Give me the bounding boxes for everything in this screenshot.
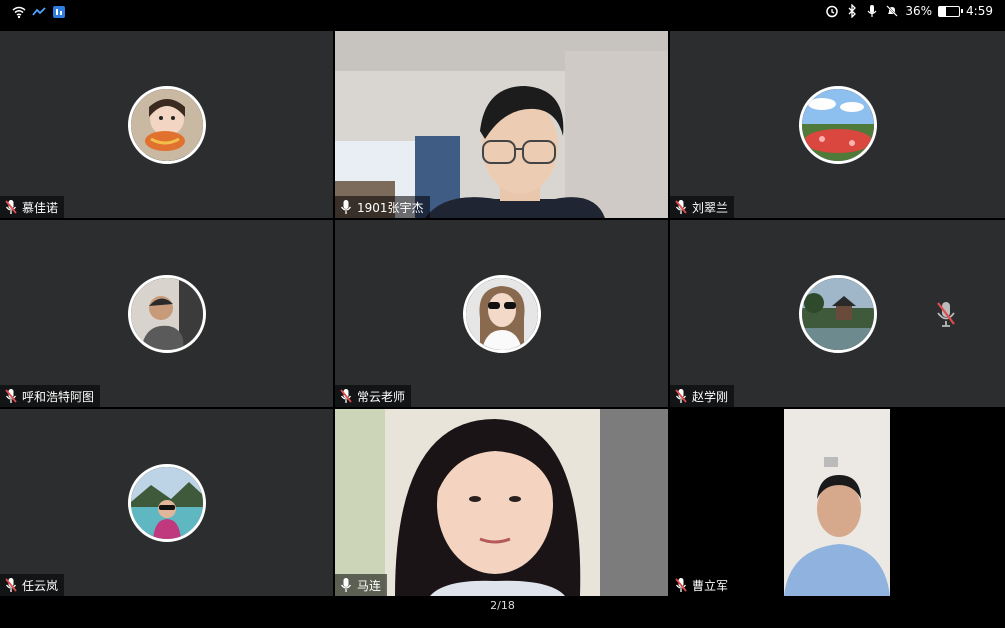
- mic-muted-icon: [5, 200, 17, 214]
- participant-name-tag: 常云老师: [335, 385, 412, 407]
- status-bar: 36% 4:59: [0, 0, 1005, 28]
- status-left-icons: [12, 5, 66, 19]
- participant-avatar: [127, 85, 206, 164]
- bluetooth-icon: [848, 4, 857, 18]
- mic-muted-icon: [5, 578, 17, 592]
- participant-avatar: [798, 85, 877, 164]
- mute-icon: [886, 5, 899, 17]
- participant-name: 常云老师: [357, 389, 406, 404]
- participant-grid: 慕佳诺 1901张宇杰 刘翠兰 呼和浩特阿图 常云老师 赵学刚 任云岚 马连 曹…: [0, 31, 1005, 596]
- participant-name: 1901张宇杰: [357, 200, 424, 215]
- participant-name-tag: 任云岚: [0, 574, 65, 596]
- participant-tile[interactable]: 刘翠兰: [670, 31, 1005, 218]
- participant-name: 呼和浩特阿图: [22, 389, 95, 404]
- mic-muted-icon: [675, 389, 687, 403]
- participant-name: 曹立军: [692, 578, 729, 593]
- mic-muted-icon: [5, 389, 17, 403]
- participant-name: 慕佳诺: [22, 200, 59, 215]
- participant-name: 任云岚: [22, 578, 59, 593]
- participant-name: 马连: [357, 578, 382, 593]
- mic-muted-icon: [675, 578, 687, 592]
- participant-tile[interactable]: 马连: [335, 409, 668, 596]
- participant-tile[interactable]: 常云老师: [335, 220, 668, 407]
- participant-tile[interactable]: 赵学刚: [670, 220, 1005, 407]
- participant-tile[interactable]: 曹立军: [670, 409, 1005, 596]
- app-icon: [53, 6, 65, 18]
- network-speed-icon: [32, 7, 46, 16]
- battery-percent: 36%: [905, 4, 933, 18]
- participant-avatar: [798, 274, 877, 353]
- participant-tile[interactable]: 慕佳诺: [0, 31, 333, 218]
- participant-tile[interactable]: 任云岚: [0, 409, 333, 596]
- page-indicator: 2/18: [490, 599, 515, 612]
- participant-name-tag: 慕佳诺: [0, 196, 65, 218]
- participant-name-tag: 1901张宇杰: [335, 196, 430, 218]
- participant-name-tag: 刘翠兰: [670, 196, 735, 218]
- participant-video: [335, 409, 668, 596]
- mic-icon: [867, 5, 877, 17]
- participant-name-tag: 呼和浩特阿图: [0, 385, 101, 407]
- status-right-icons: 36% 4:59: [825, 4, 993, 18]
- clock: 4:59: [966, 4, 993, 18]
- participant-avatar: [127, 274, 206, 353]
- participant-video: [335, 31, 668, 218]
- mic-muted-icon: [937, 301, 955, 327]
- participant-video: [784, 409, 890, 596]
- participant-avatar: [462, 274, 541, 353]
- participant-name: 刘翠兰: [692, 200, 729, 215]
- mic-icon: [340, 200, 352, 214]
- participant-name-tag: 曹立军: [670, 574, 735, 596]
- mic-icon: [340, 578, 352, 592]
- participant-name-tag: 赵学刚: [670, 385, 735, 407]
- participant-tile[interactable]: 呼和浩特阿图: [0, 220, 333, 407]
- battery-icon: [938, 5, 964, 17]
- participant-name: 赵学刚: [692, 389, 729, 404]
- participant-tile[interactable]: 1901张宇杰: [335, 31, 668, 218]
- alarm-icon: [826, 5, 839, 18]
- wifi-icon: [12, 6, 26, 19]
- mic-muted-icon: [340, 389, 352, 403]
- battery-fill: [939, 6, 947, 16]
- participant-name-tag: 马连: [335, 574, 388, 596]
- mic-muted-icon: [675, 200, 687, 214]
- participant-avatar: [127, 463, 206, 542]
